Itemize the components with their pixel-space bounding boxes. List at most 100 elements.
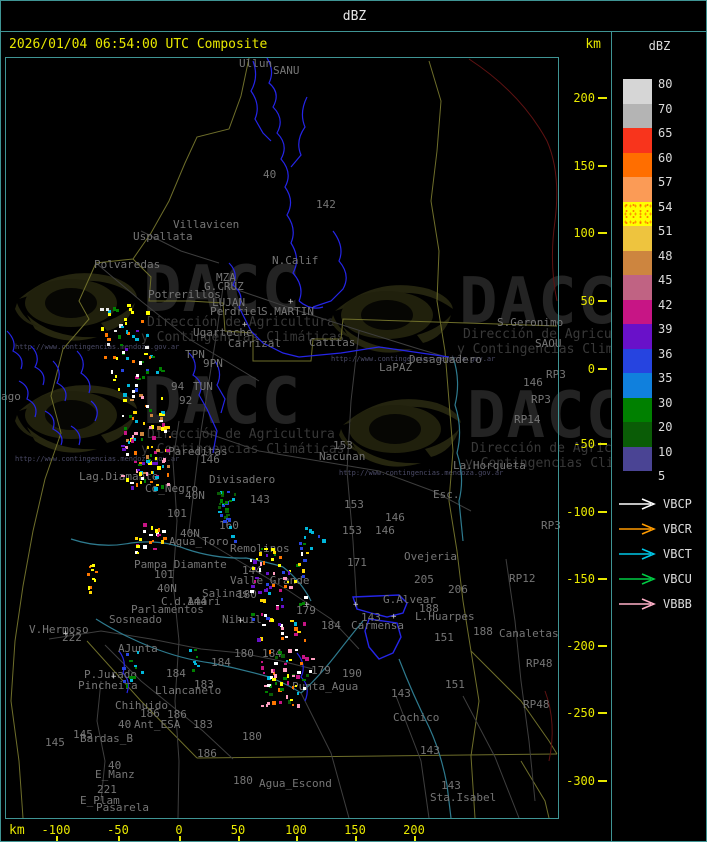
radar-echo-pixel xyxy=(260,547,263,550)
radar-echo-pixel xyxy=(140,481,143,485)
radar-echo-pixel xyxy=(271,618,275,622)
radar-echo-pixel xyxy=(155,483,159,486)
vector-arrow-icon xyxy=(619,523,656,535)
radar-echo-pixel xyxy=(122,351,126,355)
bottom-axis-tick-label: 0 xyxy=(175,823,183,837)
legend-label: VBCP xyxy=(663,497,692,511)
map-place-label: Canaletas xyxy=(499,627,559,640)
radar-echo-pixel xyxy=(125,347,129,351)
map-place-label: 184 xyxy=(321,619,341,632)
right-axis-tick xyxy=(598,645,607,647)
radar-map-area[interactable]: DACC Dirección de Agricultura y Continge… xyxy=(1,31,611,841)
map-place-label: Nacunan xyxy=(319,450,366,463)
radar-echo-pixel xyxy=(272,668,275,672)
map-place-label: Valle Grande xyxy=(230,574,310,587)
radar-echo-pixel xyxy=(281,636,285,640)
radar-echo-pixel xyxy=(155,461,159,465)
radar-echo-pixel xyxy=(164,425,168,430)
legend-row-vbcr: VBCR xyxy=(617,522,706,536)
station-mark: + xyxy=(353,600,359,610)
radar-echo-pixel xyxy=(135,667,138,670)
radar-echo-pixel xyxy=(124,322,127,326)
map-place-label: Desaguadero xyxy=(409,353,482,366)
radar-echo-pixel xyxy=(266,684,270,688)
radar-echo-pixel xyxy=(122,415,125,418)
radar-echo-pixel xyxy=(156,449,161,452)
radar-echo-pixel xyxy=(234,493,237,497)
dbz-scale-block xyxy=(623,446,652,471)
radar-echo-pixel xyxy=(113,330,117,333)
radar-echo-pixel xyxy=(113,378,117,381)
map-place-label: Polvaredas xyxy=(94,258,161,271)
radar-echo-pixel xyxy=(297,670,302,674)
radar-echo-pixel xyxy=(148,355,151,359)
map-place-label: 151 xyxy=(434,631,454,644)
radar-echo-pixel xyxy=(131,359,135,363)
legend-label: VBBB xyxy=(663,597,692,611)
radar-echo-pixel xyxy=(161,485,165,490)
radar-echo-pixel xyxy=(151,435,156,440)
radar-echo-pixel xyxy=(152,540,155,543)
radar-echo-pixel xyxy=(294,649,298,652)
window-title: dBZ xyxy=(342,9,367,24)
radar-echo-pixel xyxy=(271,677,276,681)
radar-echo-pixel xyxy=(283,662,287,665)
map-place-label: RP12 xyxy=(509,572,536,585)
radar-echo-pixel xyxy=(309,669,313,673)
radar-echo-pixel xyxy=(263,672,266,675)
radar-echo-pixel xyxy=(148,408,152,412)
map-place-label: L.Huarpes xyxy=(415,610,475,623)
map-place-label: 184 xyxy=(166,667,186,680)
radar-echo-pixel xyxy=(300,547,304,551)
radar-echo-pixel xyxy=(256,638,261,642)
map-place-label: 92 xyxy=(179,394,193,407)
right-axis-tick-label: -300 xyxy=(566,774,595,788)
radar-echo-pixel xyxy=(322,538,327,543)
radar-echo-pixel xyxy=(281,654,286,659)
radar-echo-pixel xyxy=(275,656,279,660)
map-place-label: S.Geronimo xyxy=(497,316,564,329)
right-axis-tick xyxy=(598,443,607,445)
radar-echo-pixel xyxy=(196,665,200,668)
radar-echo-pixel xyxy=(92,563,96,567)
map-place-label: TPN xyxy=(185,348,205,361)
dbz-scale-label: 10 xyxy=(658,444,673,459)
radar-echo-pixel xyxy=(289,658,293,661)
radar-echo-pixel xyxy=(218,506,222,510)
map-place-label: 143 xyxy=(420,744,440,757)
radar-echo-pixel xyxy=(287,681,290,686)
radar-echo-pixel xyxy=(305,674,309,678)
radar-echo-pixel xyxy=(142,361,145,364)
radar-echo-pixel xyxy=(282,577,287,581)
dbz-scale-label: 42 xyxy=(658,297,673,312)
map-place-label: Cochico xyxy=(393,711,440,724)
radar-echo-pixel xyxy=(265,691,269,694)
radar-echo-pixel xyxy=(234,539,238,543)
radar-echo-pixel xyxy=(158,534,161,537)
radar-echo-pixel xyxy=(192,668,196,672)
radar-echo-pixel xyxy=(299,662,303,666)
radar-echo-pixel xyxy=(264,547,269,550)
map-place-label: Ullun xyxy=(239,57,273,70)
radar-echo-pixel xyxy=(101,327,105,332)
dbz-scale-block xyxy=(623,324,652,349)
map-place-label: 184 xyxy=(211,656,231,669)
radar-echo-pixel xyxy=(289,569,292,572)
radar-echo-pixel xyxy=(130,399,135,402)
radar-echo-pixel xyxy=(278,564,282,568)
radar-echo-pixel xyxy=(283,668,288,673)
radar-echo-pixel xyxy=(168,435,171,438)
radar-echo-pixel xyxy=(232,498,236,502)
right-axis-tick xyxy=(598,780,607,782)
right-axis-tick-label: 100 xyxy=(573,226,595,240)
radar-echo-pixel xyxy=(156,533,159,537)
map-place-label: Llancanelo xyxy=(155,684,222,697)
radar-echo-pixel xyxy=(269,693,274,697)
dbz-scale-label: 39 xyxy=(658,322,673,336)
radar-echo-pixel xyxy=(126,329,129,334)
radar-echo-pixel xyxy=(285,635,289,638)
radar-echo-pixel xyxy=(127,304,132,308)
radar-echo-pixel xyxy=(87,573,91,577)
map-place-label: 40N xyxy=(185,489,205,502)
radar-echo-pixel xyxy=(259,551,263,556)
